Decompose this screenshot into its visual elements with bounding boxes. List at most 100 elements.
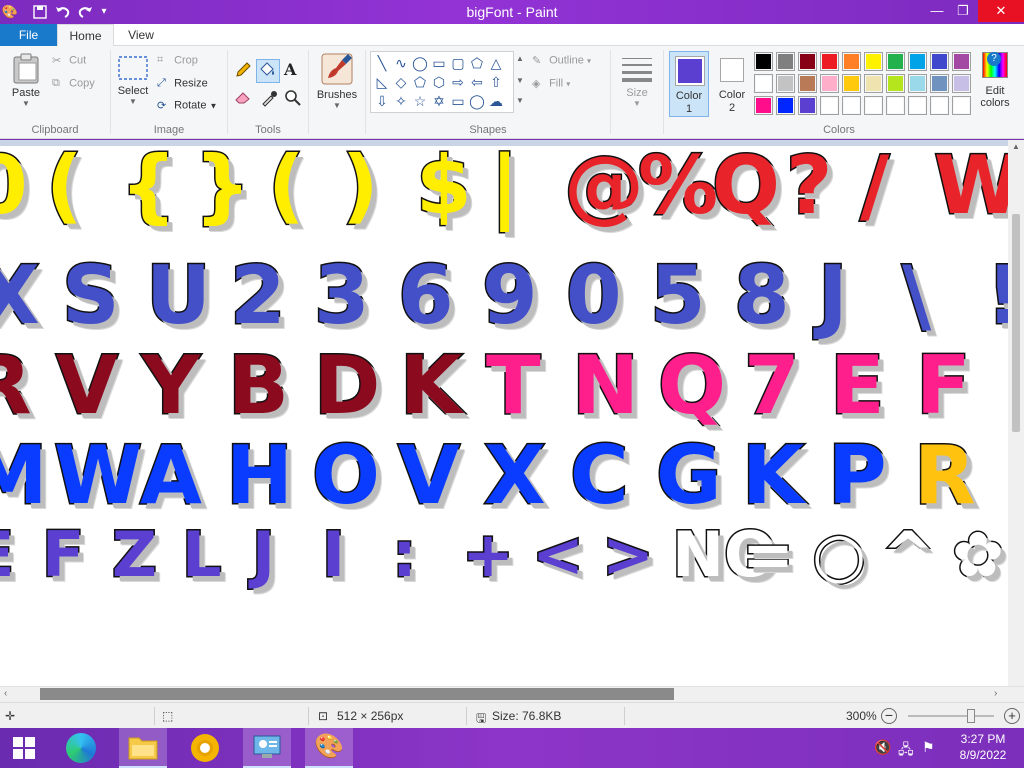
network-icon[interactable]: 🖧 xyxy=(898,739,914,763)
palette-swatch[interactable] xyxy=(798,74,817,93)
scroll-right-icon[interactable]: › xyxy=(994,688,997,699)
palette-swatch[interactable] xyxy=(952,96,971,115)
triangle-shape-icon[interactable]: △ xyxy=(487,54,505,72)
vertical-scroll-thumb[interactable] xyxy=(1012,214,1020,432)
shapes-scroll-down[interactable]: ▼ xyxy=(516,76,524,85)
cut-button[interactable]: ✂ Cut xyxy=(52,54,86,67)
oval-shape-icon[interactable]: ◯ xyxy=(411,54,429,72)
down-arrow-shape-icon[interactable]: ⇩ xyxy=(373,92,391,110)
palette-swatch[interactable] xyxy=(798,96,817,115)
size-button[interactable]: Size ▼ xyxy=(617,54,657,120)
palette-swatch[interactable] xyxy=(754,74,773,93)
palette-swatch[interactable] xyxy=(798,52,817,71)
up-arrow-shape-icon[interactable]: ⇧ xyxy=(487,73,505,91)
pencil-tool[interactable] xyxy=(234,61,254,81)
palette-swatch[interactable] xyxy=(952,52,971,71)
file-explorer-taskbar-button[interactable] xyxy=(119,728,167,768)
palette-swatch[interactable] xyxy=(776,74,795,93)
resize-button[interactable]: ⤢ Resize xyxy=(157,77,208,90)
view-tab[interactable]: View xyxy=(114,24,168,47)
five-point-star-shape-icon[interactable]: ☆ xyxy=(411,92,429,110)
rounded-rectangle-shape-icon[interactable]: ▢ xyxy=(449,54,467,72)
line-shape-icon[interactable]: ╲ xyxy=(373,54,391,72)
control-panel-taskbar-button[interactable] xyxy=(243,728,291,768)
scroll-up-icon[interactable]: ▲ xyxy=(1012,142,1020,151)
action-center-icon[interactable]: ⚑ xyxy=(922,739,935,756)
palette-swatch[interactable] xyxy=(864,52,883,71)
palette-swatch[interactable] xyxy=(842,74,861,93)
zoom-slider-thumb[interactable] xyxy=(967,709,975,723)
shapes-expand[interactable]: ▼ xyxy=(516,96,524,105)
color1-button[interactable]: Color 1 xyxy=(669,51,709,117)
palette-swatch[interactable] xyxy=(864,96,883,115)
curve-shape-icon[interactable]: ∿ xyxy=(392,54,410,72)
restore-button[interactable]: ❐ xyxy=(948,0,978,22)
outline-button[interactable]: ✎ Outline ▾ xyxy=(532,54,591,67)
copy-button[interactable]: ⧉ Copy xyxy=(52,77,95,90)
palette-swatch[interactable] xyxy=(930,52,949,71)
help-icon[interactable]: ? xyxy=(987,52,1001,66)
brushes-button[interactable]: Brushes ▼ xyxy=(313,52,361,118)
palette-swatch[interactable] xyxy=(886,74,905,93)
palette-swatch[interactable] xyxy=(930,96,949,115)
six-point-star-shape-icon[interactable]: ✡ xyxy=(430,92,448,110)
palette-swatch[interactable] xyxy=(820,96,839,115)
palette-swatch[interactable] xyxy=(886,52,905,71)
eraser-tool[interactable] xyxy=(234,89,254,109)
drawing-canvas[interactable]: 0({}()$|@%Q?/WXSU2369058J\!RVYBDKTNQ7EFM… xyxy=(0,146,1008,686)
polygon-shape-icon[interactable]: ⬠ xyxy=(468,54,486,72)
close-button[interactable]: ✕ xyxy=(978,0,1024,22)
palette-swatch[interactable] xyxy=(908,74,927,93)
palette-swatch[interactable] xyxy=(952,74,971,93)
clock[interactable]: 3:27 PM 8/9/2022 xyxy=(948,732,1018,762)
color-picker-tool[interactable] xyxy=(260,89,280,109)
oval-callout-shape-icon[interactable]: ◯ xyxy=(468,92,486,110)
palette-swatch[interactable] xyxy=(930,74,949,93)
palette-swatch[interactable] xyxy=(820,74,839,93)
zoom-out-button[interactable]: − xyxy=(881,708,897,724)
fill-tool[interactable] xyxy=(256,59,280,83)
palette-swatch[interactable] xyxy=(754,96,773,115)
pentagon-shape-icon[interactable]: ⬠ xyxy=(411,73,429,91)
scroll-left-icon[interactable]: ‹ xyxy=(4,688,7,699)
zoom-slider[interactable] xyxy=(908,709,994,723)
home-tab[interactable]: Home xyxy=(57,24,114,47)
hexagon-shape-icon[interactable]: ⬡ xyxy=(430,73,448,91)
start-button[interactable] xyxy=(0,728,48,768)
palette-swatch[interactable] xyxy=(842,96,861,115)
file-tab[interactable]: File xyxy=(0,24,57,47)
color2-button[interactable]: Color 2 xyxy=(712,51,752,117)
palette-swatch[interactable] xyxy=(908,96,927,115)
diamond-shape-icon[interactable]: ◇ xyxy=(392,73,410,91)
four-point-star-shape-icon[interactable]: ✧ xyxy=(392,92,410,110)
magnifier-tool[interactable] xyxy=(284,89,304,109)
palette-swatch[interactable] xyxy=(864,74,883,93)
shapes-scroll-up[interactable]: ▲ xyxy=(516,54,524,63)
right-triangle-shape-icon[interactable]: ◺ xyxy=(373,73,391,91)
cloud-callout-shape-icon[interactable]: ☁ xyxy=(487,92,505,110)
palette-swatch[interactable] xyxy=(754,52,773,71)
rounded-callout-shape-icon[interactable]: ▭ xyxy=(449,92,467,110)
zoom-in-button[interactable]: + xyxy=(1004,708,1020,724)
palette-swatch[interactable] xyxy=(776,96,795,115)
rectangle-shape-icon[interactable]: ▭ xyxy=(430,54,448,72)
ribbon-collapse-icon[interactable]: ⌃ xyxy=(1004,26,1014,40)
paint-taskbar-button[interactable]: 🎨 xyxy=(305,728,353,768)
crop-button[interactable]: ⌗ Crop xyxy=(157,54,198,67)
palette-swatch[interactable] xyxy=(842,52,861,71)
select-button[interactable]: Select ▼ xyxy=(115,54,151,118)
right-arrow-shape-icon[interactable]: ⇨ xyxy=(449,73,467,91)
left-arrow-shape-icon[interactable]: ⇦ xyxy=(468,73,486,91)
palette-swatch[interactable] xyxy=(776,52,795,71)
palette-swatch[interactable] xyxy=(908,52,927,71)
palette-swatch[interactable] xyxy=(886,96,905,115)
rotate-button[interactable]: ⟳ Rotate ▼ xyxy=(157,99,217,112)
palette-swatch[interactable] xyxy=(820,52,839,71)
horizontal-scroll-thumb[interactable] xyxy=(40,688,674,700)
chrome-canary-taskbar-button[interactable] xyxy=(181,728,229,768)
text-tool[interactable]: A xyxy=(284,60,296,79)
fill-button[interactable]: ◈ Fill ▾ xyxy=(532,77,570,90)
paste-button[interactable]: Paste ▼ xyxy=(6,52,46,116)
volume-muted-icon[interactable]: 🔇 xyxy=(874,739,891,756)
edge-taskbar-button[interactable] xyxy=(57,728,105,768)
